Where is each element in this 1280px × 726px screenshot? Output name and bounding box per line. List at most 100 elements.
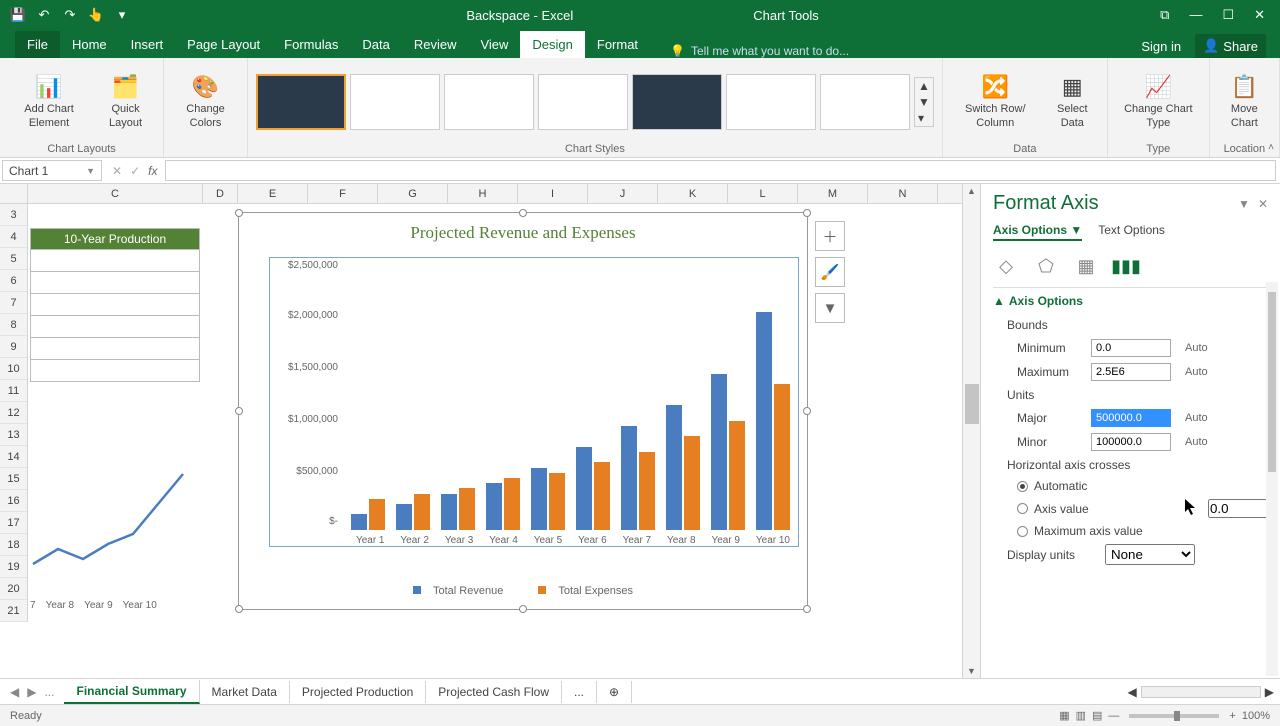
select-all-corner[interactable]	[0, 184, 28, 203]
chart-style-2[interactable]	[350, 74, 440, 130]
minimum-auto[interactable]: Auto	[1185, 342, 1208, 354]
formula-bar[interactable]	[165, 160, 1276, 181]
chart-title[interactable]: Projected Revenue and Expenses	[239, 213, 807, 249]
tab-home[interactable]: Home	[60, 31, 119, 58]
display-units-select[interactable]: None	[1105, 544, 1195, 565]
pane-close-icon[interactable]: ✕	[1258, 197, 1268, 211]
qat-touch-icon[interactable]: 👆	[88, 7, 104, 23]
pane-menu-icon[interactable]: ▼	[1238, 197, 1250, 211]
tab-insert[interactable]: Insert	[119, 31, 176, 58]
row-header[interactable]: 3	[0, 204, 27, 226]
row-header[interactable]: 14	[0, 446, 27, 468]
row-header[interactable]: 12	[0, 402, 27, 424]
tab-design[interactable]: Design	[520, 31, 584, 58]
embedded-chart[interactable]: Projected Revenue and Expenses $2,500,00…	[238, 212, 808, 610]
row-header[interactable]: 6	[0, 270, 27, 292]
tab-review[interactable]: Review	[402, 31, 469, 58]
sheet-nav-more[interactable]: ...	[44, 685, 54, 699]
chart-style-3[interactable]	[444, 74, 534, 130]
chart-plot-area[interactable]: $2,500,000 $2,000,000 $1,500,000 $1,000,…	[269, 257, 799, 547]
row-header[interactable]: 20	[0, 578, 27, 600]
maximum-input[interactable]	[1091, 363, 1171, 381]
close-icon[interactable]: ✕	[1254, 7, 1265, 23]
chart-style-5[interactable]	[632, 74, 722, 130]
sheet-nav-next[interactable]: ▶	[27, 685, 36, 699]
tab-data[interactable]: Data	[350, 31, 401, 58]
tab-formulas[interactable]: Formulas	[272, 31, 350, 58]
name-box[interactable]: Chart 1▼	[2, 160, 102, 181]
col-header[interactable]: K	[658, 184, 728, 203]
sheet-tab-projected-cash-flow[interactable]: Projected Cash Flow	[426, 681, 562, 703]
select-data-button[interactable]: ▦Select Data	[1046, 71, 1099, 131]
col-header[interactable]: F	[308, 184, 378, 203]
change-colors-button[interactable]: 🎨Change Colors	[172, 71, 239, 131]
chart-styles-more[interactable]: ▾	[915, 110, 933, 126]
chart-style-6[interactable]	[726, 74, 816, 130]
tab-file[interactable]: File	[15, 31, 60, 58]
maximum-axis-radio[interactable]: Maximum axis value	[993, 521, 1268, 541]
qat-undo-icon[interactable]: ↶	[36, 7, 52, 23]
col-header[interactable]: C	[28, 184, 203, 203]
tab-page-layout[interactable]: Page Layout	[175, 31, 272, 58]
major-auto[interactable]: Auto	[1185, 412, 1208, 424]
add-chart-element-button[interactable]: 📊Add Chart Element	[8, 71, 90, 131]
col-header[interactable]: M	[798, 184, 868, 203]
fill-line-icon[interactable]: ◇	[993, 253, 1019, 279]
move-chart-button[interactable]: 📋Move Chart	[1218, 71, 1271, 131]
sheet-nav-prev[interactable]: ◀	[10, 685, 19, 699]
tab-format[interactable]: Format	[585, 31, 650, 58]
col-header[interactable]: I	[518, 184, 588, 203]
fbar-cancel-icon[interactable]: ✕	[112, 164, 122, 178]
row-header[interactable]: 17	[0, 512, 27, 534]
page-layout-view-icon[interactable]: ▥	[1076, 709, 1086, 722]
row-header[interactable]: 13	[0, 424, 27, 446]
qat-customize-icon[interactable]: ▾	[114, 7, 130, 23]
collapse-ribbon-icon[interactable]: ˄	[1268, 142, 1274, 153]
empty-cells[interactable]	[30, 250, 200, 382]
hscroll-right[interactable]: ▶	[1265, 685, 1274, 699]
axis-value-radio[interactable]: Axis value	[993, 496, 1268, 521]
chart-style-1[interactable]	[256, 74, 346, 130]
row-header[interactable]: 9	[0, 336, 27, 358]
sheet-tab-projected-production[interactable]: Projected Production	[290, 681, 426, 703]
col-header[interactable]: E	[238, 184, 308, 203]
maximize-icon[interactable]: ☐	[1222, 7, 1234, 23]
row-header[interactable]: 10	[0, 358, 27, 380]
minor-input[interactable]	[1091, 433, 1171, 451]
col-header[interactable]: G	[378, 184, 448, 203]
col-header[interactable]: N	[868, 184, 938, 203]
pane-tab-text-options[interactable]: Text Options	[1098, 223, 1165, 241]
row-header[interactable]: 4	[0, 226, 27, 248]
size-properties-icon[interactable]: ▦	[1073, 253, 1099, 279]
minimum-input[interactable]	[1091, 339, 1171, 357]
col-header[interactable]: D	[203, 184, 238, 203]
row-header[interactable]: 11	[0, 380, 27, 402]
fbar-enter-icon[interactable]: ✓	[130, 164, 140, 178]
tell-me-search[interactable]: 💡 Tell me what you want to do...	[670, 44, 849, 58]
chart-styles-up[interactable]: ▲	[915, 78, 933, 94]
pane-tab-axis-options[interactable]: Axis Options ▼	[993, 223, 1082, 241]
row-header[interactable]: 21	[0, 600, 27, 622]
maximum-auto[interactable]: Auto	[1185, 366, 1208, 378]
chart-filters-button[interactable]: ▼	[815, 293, 845, 323]
row-header[interactable]: 16	[0, 490, 27, 512]
row-header[interactable]: 8	[0, 314, 27, 336]
new-sheet-button[interactable]: ⊕	[597, 681, 632, 703]
sheet-tabs-overflow[interactable]: ...	[562, 681, 597, 703]
axis-options-icon[interactable]: ▮▮▮	[1113, 253, 1139, 279]
col-header[interactable]: H	[448, 184, 518, 203]
major-input[interactable]	[1091, 409, 1171, 427]
axis-options-section[interactable]: ▲ Axis Options	[993, 288, 1268, 314]
share-button[interactable]: 👤 Share	[1195, 34, 1266, 58]
sheet-tab-market-data[interactable]: Market Data	[200, 681, 290, 703]
chart-style-4[interactable]	[538, 74, 628, 130]
fx-icon[interactable]: fx	[148, 164, 157, 178]
qat-redo-icon[interactable]: ↷	[62, 7, 78, 23]
effects-icon[interactable]: ⬠	[1033, 253, 1059, 279]
chart-elements-button[interactable]: ＋	[815, 221, 845, 251]
row-header[interactable]: 5	[0, 248, 27, 270]
row-header[interactable]: 19	[0, 556, 27, 578]
minor-auto[interactable]: Auto	[1185, 436, 1208, 448]
normal-view-icon[interactable]: ▦	[1059, 709, 1069, 722]
vertical-scrollbar[interactable]: ▲ ▼	[962, 184, 980, 678]
